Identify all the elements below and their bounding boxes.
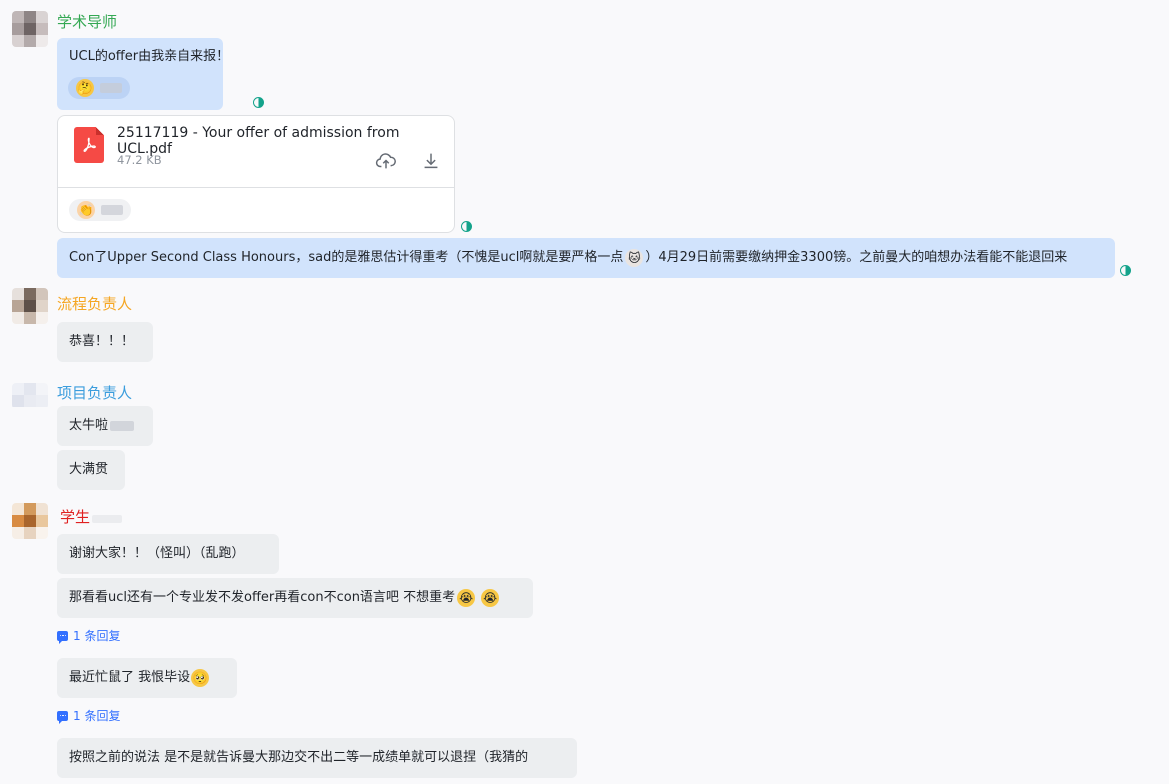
file-attachment-card[interactable]: 25117119 - Your offer of admission from …	[57, 115, 455, 233]
message-bubble[interactable]: Con了Upper Second Class Honours，sad的是雅思估计…	[57, 238, 1115, 278]
thread-reply-link[interactable]: 1 条回复	[57, 627, 120, 644]
sender-name-student[interactable]: 学生	[60, 507, 90, 527]
cat-emoji-icon: 🐱	[625, 249, 644, 267]
message-text: 大满贯	[69, 462, 109, 477]
download-icon[interactable]	[420, 150, 442, 172]
message-text: UCL的offer由我亲自来报！	[69, 49, 230, 64]
pdf-icon	[74, 127, 104, 163]
crying-emoji-icon: 😭	[457, 589, 476, 607]
cloud-upload-icon[interactable]	[375, 150, 397, 172]
reaction-chip[interactable]: 👏	[69, 199, 131, 221]
reaction-user-blur	[101, 205, 123, 215]
message-text: Con了Upper Second Class Honours，sad的是雅思估计…	[69, 250, 624, 265]
message-bubble[interactable]: 谢谢大家！！（怪叫）（乱跑）	[57, 534, 279, 574]
message-text: 谢谢大家！！（怪叫）（乱跑）	[69, 546, 245, 561]
message-text: ）4月29日前需要缴纳押金3300镑。之前曼大的咱想办法看能不能退回来	[645, 250, 1068, 265]
reaction-user-blur	[100, 83, 122, 93]
file-card-divider	[58, 187, 454, 188]
file-size: 47.2 KB	[117, 153, 162, 167]
sender-name-project[interactable]: 项目负责人	[57, 383, 132, 403]
read-receipt-icon	[253, 97, 264, 108]
message-text: 太牛啦	[69, 418, 109, 433]
emoji-blur	[110, 421, 135, 431]
message-bubble[interactable]: 太牛啦	[57, 406, 153, 446]
file-name[interactable]: 25117119 - Your offer of admission from …	[117, 125, 454, 157]
avatar-student[interactable]	[12, 503, 48, 539]
thread-reply-link[interactable]: 1 条回复	[57, 707, 120, 724]
reply-count[interactable]: 1 条回复	[73, 707, 120, 724]
message-bubble[interactable]: 那看看ucl还有一个专业发不发offer再看con不con语言吧 不想重考 😭 …	[57, 578, 533, 618]
message-bubble[interactable]: 按照之前的说法 是不是就告诉曼大那边交不出二等一成绩单就可以退捏（我猜的	[57, 738, 577, 778]
message-bubble[interactable]: 最近忙鼠了 我恨毕设 🥺	[57, 658, 237, 698]
avatar-tutor[interactable]	[12, 11, 48, 47]
read-receipt-icon	[1120, 265, 1131, 276]
pleading-emoji-icon: 🥺	[191, 669, 210, 687]
crying-emoji-icon: 😭	[481, 589, 500, 607]
clap-emoji-icon: 👏	[77, 201, 95, 219]
sender-name-process[interactable]: 流程负责人	[57, 294, 132, 314]
thinking-emoji-icon: 🤔	[76, 79, 94, 97]
comment-icon	[57, 630, 68, 644]
reaction-chip[interactable]: 🤔	[68, 77, 130, 99]
avatar-project[interactable]	[12, 383, 48, 409]
avatar-process[interactable]	[12, 288, 48, 324]
message-bubble[interactable]: 恭喜！！！	[57, 322, 153, 362]
comment-icon	[57, 710, 68, 724]
name-blur	[92, 515, 122, 523]
message-text: 最近忙鼠了 我恨毕设	[69, 670, 191, 685]
message-text: 按照之前的说法 是不是就告诉曼大那边交不出二等一成绩单就可以退捏（我猜的	[69, 750, 529, 765]
message-bubble[interactable]: UCL的offer由我亲自来报！	[57, 38, 229, 110]
message-text: 那看看ucl还有一个专业发不发offer再看con不con语言吧 不想重考	[69, 590, 456, 605]
message-bubble[interactable]: 大满贯	[57, 450, 125, 490]
sender-name-tutor[interactable]: 学术导师	[57, 12, 117, 32]
reply-count[interactable]: 1 条回复	[73, 627, 120, 644]
read-receipt-icon	[461, 221, 472, 232]
message-text: 恭喜！！！	[69, 334, 135, 349]
